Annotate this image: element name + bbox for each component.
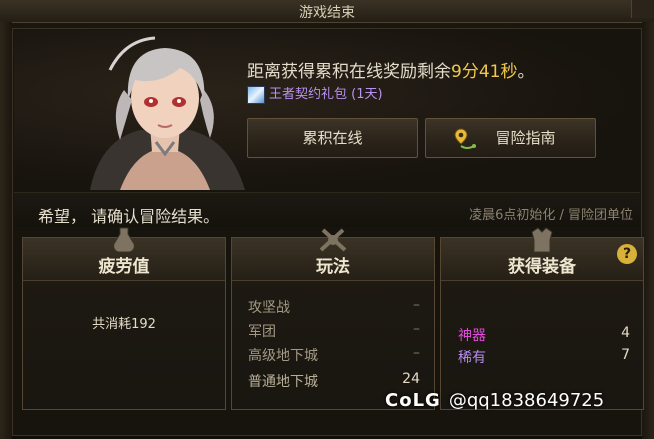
play-row-normal-dungeon: 普通地下城 24 — [248, 371, 420, 390]
equip-row-artifact: 神器 4 — [458, 325, 630, 345]
equipment-panel-title: 获得装备 — [508, 257, 576, 277]
adventure-guide-button[interactable]: 冒险指南 — [425, 118, 596, 158]
crossed-swords-icon — [319, 228, 347, 252]
window-title: 游戏结束 — [299, 5, 355, 21]
confirm-text: 希望， 请确认冒险结果。 — [38, 207, 220, 226]
gift-package-label: 王者契约礼包 (1天) — [269, 87, 383, 102]
equip-row-label: 稀有 — [458, 350, 486, 366]
reward-prefix: 距离获得累积在线奖励剩余 — [247, 62, 451, 82]
play-row-value: – — [413, 321, 420, 337]
watermark-handle: @qq1838649725 — [448, 390, 605, 411]
play-row-value: 24 — [402, 371, 420, 387]
fatigue-panel: 疲劳值 共消耗192 — [22, 227, 226, 410]
play-row-label: 攻坚战 — [248, 300, 290, 316]
play-panel-title: 玩法 — [316, 257, 350, 277]
reward-suffix: 。 — [517, 62, 535, 82]
play-row-raid: 攻坚战 – — [248, 297, 420, 316]
armor-icon — [531, 227, 553, 253]
gift-package[interactable]: 王者契约礼包 (1天) — [247, 83, 383, 104]
equipment-panel: 获得装备 ? 神器 4 稀有 7 — [440, 227, 644, 410]
play-row-label: 普通地下城 — [248, 374, 318, 390]
play-row-value: – — [413, 297, 420, 313]
potion-icon — [113, 227, 135, 253]
cumulative-online-label: 累积在线 — [302, 129, 363, 147]
play-row-label: 军团 — [248, 324, 276, 340]
game-over-window: 游戏结束 距离获得累积在线奖励剩余9分41秒。 王者契约礼包 (1天) 累积在线 — [0, 0, 654, 439]
fatigue-consumed: 共消耗192 — [92, 317, 156, 332]
play-row-legion: 军团 – — [248, 321, 420, 340]
title-bar[interactable]: 游戏结束 — [0, 0, 654, 23]
watermark: CoLG @qq1838649725 — [385, 390, 604, 411]
character-portrait — [90, 36, 245, 190]
help-icon[interactable]: ? — [617, 244, 637, 264]
play-row-advanced-dungeon: 高级地下城 – — [248, 345, 420, 364]
reset-info-text: 凌晨6点初始化 / 冒险团单位 — [469, 208, 633, 223]
reward-time: 9分41秒 — [451, 62, 518, 82]
map-pin-icon — [454, 128, 476, 149]
play-row-value: – — [413, 345, 420, 361]
equip-row-value: 4 — [621, 325, 630, 341]
equip-row-rare: 稀有 7 — [458, 347, 630, 367]
close-icon[interactable] — [631, 0, 654, 18]
play-mode-panel: 玩法 攻坚战 – 军团 – 高级地下城 – 普通地下城 24 — [231, 228, 435, 410]
equip-row-value: 7 — [621, 347, 630, 363]
watermark-logo: CoLG — [385, 390, 441, 411]
play-row-label: 高级地下城 — [248, 348, 318, 364]
adventure-guide-label: 冒险指南 — [495, 129, 556, 147]
equip-row-label: 神器 — [458, 328, 486, 344]
gift-package-icon — [247, 85, 265, 104]
fatigue-panel-title: 疲劳值 — [98, 257, 150, 277]
reward-countdown-text: 距离获得累积在线奖励剩余9分41秒。 — [247, 57, 534, 82]
cumulative-online-button[interactable]: 累积在线 — [247, 118, 418, 158]
frame-left-edge — [0, 22, 12, 439]
